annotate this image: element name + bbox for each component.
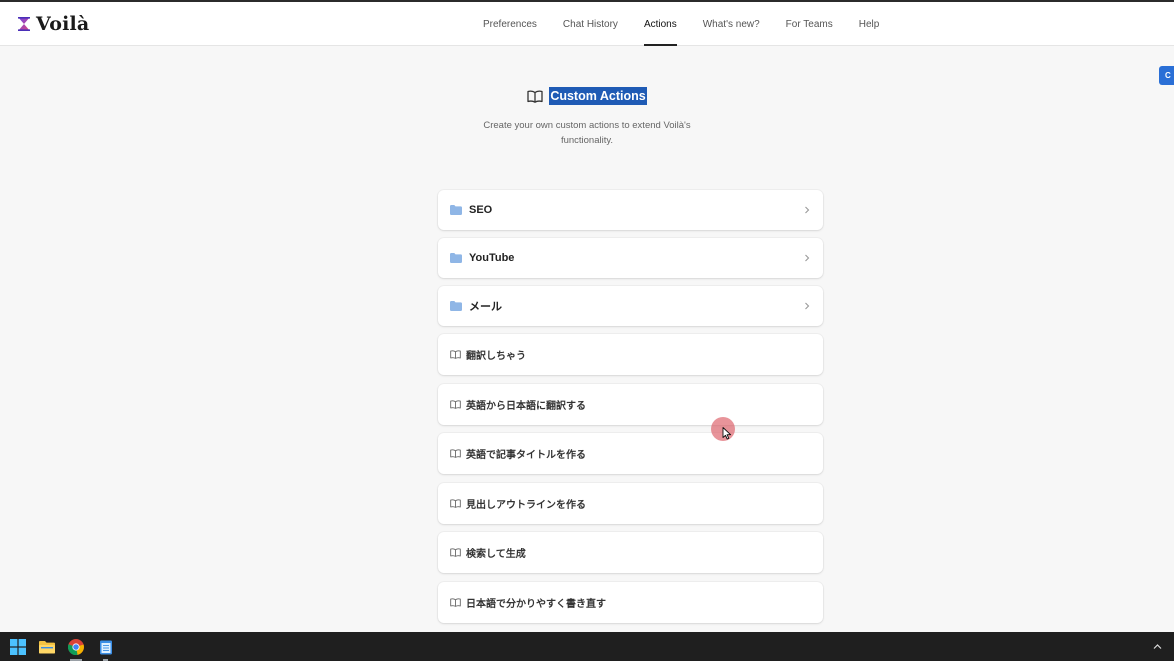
folder-item-seo[interactable]: SEO	[438, 190, 823, 230]
action-label: 英語から日本語に翻訳する	[466, 400, 586, 412]
page-subtitle: Create your own custom actions to extend…	[483, 120, 691, 146]
nav-for-teams[interactable]: For Teams	[773, 2, 846, 46]
folder-icon	[450, 205, 462, 215]
action-item[interactable]: 見出しアウトラインを作る	[438, 482, 823, 524]
book-open-icon	[450, 597, 461, 607]
top-navigation-bar: Voilà Preferences Chat History Actions W…	[0, 0, 1174, 46]
folder-label: SEO	[469, 204, 493, 216]
folder-label: YouTube	[469, 252, 515, 264]
windows-start-icon[interactable]	[10, 639, 26, 655]
title-row: Custom Actions	[0, 86, 1174, 106]
action-label: 検索して生成	[466, 549, 526, 560]
chevron-up-icon[interactable]	[1153, 642, 1162, 651]
book-open-icon	[527, 89, 543, 103]
action-item[interactable]: 日本語で分かりやすく書き直す	[438, 581, 823, 623]
chevron-right-icon	[805, 302, 810, 310]
action-label: 日本語で分かりやすく書き直す	[466, 598, 606, 610]
chevron-right-icon	[805, 206, 810, 214]
chevron-right-icon	[805, 254, 810, 262]
chrome-icon[interactable]	[68, 639, 84, 655]
book-open-icon	[450, 399, 461, 409]
nav-chat-history[interactable]: Chat History	[550, 2, 631, 46]
page-header: Custom Actions Create your own custom ac…	[0, 86, 1174, 148]
book-open-icon	[450, 449, 461, 458]
folder-item-youtube[interactable]: YouTube	[438, 238, 823, 278]
hourglass-x-icon	[18, 17, 30, 31]
taskbar	[0, 632, 1174, 661]
book-open-icon	[450, 350, 461, 359]
action-label: 翻訳しちゃう	[466, 351, 526, 362]
book-open-icon	[450, 548, 461, 557]
file-explorer-icon[interactable]	[39, 639, 55, 655]
action-label: 見出しアウトラインを作る	[466, 499, 586, 511]
folder-icon	[450, 301, 462, 311]
notepad-icon[interactable]	[98, 639, 114, 655]
folder-label: メール	[469, 301, 502, 313]
nav-whats-new[interactable]: What's new?	[690, 2, 773, 46]
brand-logo[interactable]: Voilà	[16, 11, 89, 37]
book-open-icon	[450, 498, 461, 508]
folder-icon	[450, 253, 462, 263]
action-item[interactable]: 翻訳しちゃう	[438, 334, 823, 375]
side-panel-tab[interactable]: C	[1159, 66, 1174, 85]
brand-name: Voilà	[36, 13, 90, 35]
folder-item-mail[interactable]: メール	[438, 286, 823, 326]
main-nav: Preferences Chat History Actions What's …	[470, 2, 892, 46]
nav-help[interactable]: Help	[846, 2, 893, 46]
action-item[interactable]: 英語から日本語に翻訳する	[438, 383, 823, 425]
action-item[interactable]: 英語で記事タイトルを作る	[438, 433, 823, 474]
action-label: 英語で記事タイトルを作る	[466, 450, 586, 461]
page-title: Custom Actions	[549, 87, 647, 105]
action-item[interactable]: 検索して生成	[438, 532, 823, 573]
actions-list: SEO YouTube メール 翻訳しちゃう 英語から日本語に翻訳する 英語で記…	[438, 190, 823, 631]
mouse-pointer-icon	[722, 427, 732, 440]
nav-actions[interactable]: Actions	[631, 2, 690, 46]
nav-preferences[interactable]: Preferences	[470, 2, 550, 46]
